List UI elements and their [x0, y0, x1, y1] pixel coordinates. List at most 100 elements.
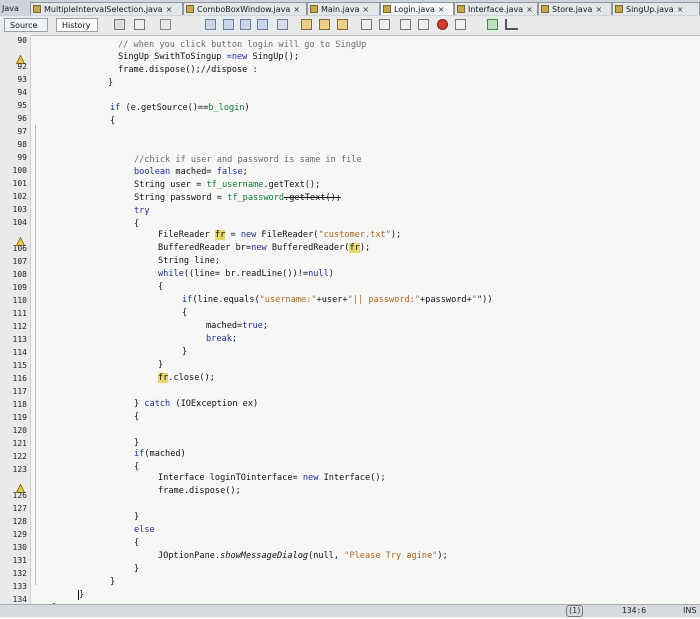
field-name: tf_username: [206, 180, 264, 190]
tab-label: Interface.java: [468, 4, 524, 14]
shift-left-icon[interactable]: [361, 19, 372, 30]
code-text: {: [134, 219, 140, 229]
back-icon[interactable]: [134, 19, 145, 30]
line-number: 95: [17, 101, 27, 110]
toggle-bookmark-icon[interactable]: [301, 19, 312, 30]
tab-label: Store.java: [552, 4, 593, 14]
code-line-92: frame.dispose();//dispose :: [118, 64, 258, 77]
keyword: while: [158, 269, 184, 279]
code-text: SingUp SwithToSingup: [118, 52, 227, 62]
code-text: +password+: [420, 295, 472, 305]
line-number: 101: [12, 179, 27, 188]
code-text: ;: [231, 334, 238, 344]
start-test-icon[interactable]: [487, 19, 498, 30]
find-next-icon[interactable]: [240, 19, 251, 30]
code-line-134: }: [78, 589, 85, 602]
line-number: 99: [17, 153, 27, 162]
notifications-badge[interactable]: (1): [566, 605, 584, 617]
tab-store[interactable]: Store.java ×: [538, 2, 612, 15]
code-text: {: [134, 462, 140, 472]
code-text: ;: [262, 321, 269, 331]
close-icon[interactable]: ×: [677, 3, 684, 16]
next-bookmark-icon[interactable]: [337, 19, 348, 30]
code-text: (null,: [308, 551, 345, 561]
uncomment-icon[interactable]: [418, 19, 429, 30]
forward-icon[interactable]: [160, 19, 171, 30]
history-view-button[interactable]: History: [56, 18, 98, 32]
keyword: true: [242, 321, 263, 331]
close-icon[interactable]: ×: [526, 3, 533, 16]
line-number: 115: [12, 361, 27, 370]
java-file-icon: [541, 5, 549, 13]
stop-macro-icon[interactable]: [455, 19, 466, 30]
tab-singup[interactable]: SingUp.java ×: [612, 2, 700, 15]
close-icon[interactable]: ×: [438, 3, 445, 16]
code-text: mached=: [206, 321, 243, 331]
java-file-icon: [615, 5, 623, 13]
code-line-130: {: [134, 537, 139, 550]
code-text: FileReader(: [256, 230, 319, 240]
line-number: 119: [12, 413, 27, 422]
warning-icon[interactable]: [15, 478, 26, 493]
code-text: {: [134, 538, 140, 548]
source-view-button[interactable]: Source: [4, 18, 48, 32]
shift-right-icon[interactable]: [379, 19, 390, 30]
code-line-119: } catch (IOException ex): [134, 398, 258, 411]
chart-icon[interactable]: [505, 19, 518, 30]
code-text: );: [437, 551, 448, 561]
comment-icon[interactable]: [400, 19, 411, 30]
last-edit-icon[interactable]: [114, 19, 125, 30]
code-editor[interactable]: // when you click button login will go t…: [42, 35, 700, 616]
line-number: 96: [17, 114, 27, 123]
warning-icon[interactable]: [15, 49, 26, 64]
code-text: (line.equals(: [192, 295, 260, 305]
keyword: new: [302, 473, 319, 483]
previous-bookmark-icon[interactable]: [319, 19, 330, 30]
line-number: 129: [12, 530, 27, 539]
record-macro-icon[interactable]: [437, 19, 448, 30]
code-text: {: [134, 412, 140, 422]
code-text: }: [158, 360, 164, 370]
find-icon[interactable]: [205, 19, 216, 30]
line-number: 110: [12, 296, 27, 305]
line-number: 117: [12, 387, 27, 396]
close-icon[interactable]: ×: [166, 3, 173, 16]
tab-comboboxwindow[interactable]: ComboBoxWindow.java ×: [183, 2, 307, 15]
keyword: try: [134, 206, 150, 216]
code-line-113: break;: [206, 333, 237, 346]
tab-java-overflow[interactable]: Java: [0, 2, 30, 15]
code-text: {: [158, 282, 164, 292]
line-number: 92: [17, 62, 27, 71]
code-text: }: [134, 438, 140, 448]
toggle-highlight-icon[interactable]: [277, 19, 288, 30]
editor-tab-bar: Java MultipleIntervalSelection.java × Com…: [0, 0, 700, 17]
code-line-124: {: [134, 461, 139, 474]
line-number: 102: [12, 192, 27, 201]
code-line-129: else: [134, 524, 155, 537]
line-number: 90: [17, 36, 27, 45]
code-text: frame.dispose();//dispose :: [118, 65, 258, 75]
close-icon[interactable]: ×: [595, 3, 602, 16]
find-previous-icon[interactable]: [223, 19, 234, 30]
code-text: );: [390, 230, 402, 240]
code-text: }: [78, 590, 85, 600]
warning-icon[interactable]: [15, 231, 26, 246]
code-text: .close();: [168, 373, 215, 383]
find-selection-icon[interactable]: [257, 19, 268, 30]
string-literal: "customer.txt": [318, 230, 391, 240]
code-text: SingUp();: [247, 52, 300, 62]
line-number-gutter: 90 92 93 94 95 96 97 98 99 100 101 102 1…: [0, 35, 31, 617]
line-number: 98: [17, 140, 27, 149]
line-number: 103: [12, 205, 27, 214]
close-icon[interactable]: ×: [293, 3, 300, 16]
tab-multipleintervalselection[interactable]: MultipleIntervalSelection.java ×: [30, 2, 183, 15]
tab-main[interactable]: Main.java ×: [307, 2, 380, 15]
java-file-icon: [186, 5, 194, 13]
code-line-114: }: [182, 346, 187, 359]
line-number: 94: [17, 88, 27, 97]
close-icon[interactable]: ×: [362, 3, 369, 16]
tab-login[interactable]: Login.java ×: [380, 2, 454, 15]
code-line-111: {: [182, 307, 187, 320]
line-number: 132: [12, 569, 27, 578]
tab-interface[interactable]: Interface.java ×: [454, 2, 538, 15]
